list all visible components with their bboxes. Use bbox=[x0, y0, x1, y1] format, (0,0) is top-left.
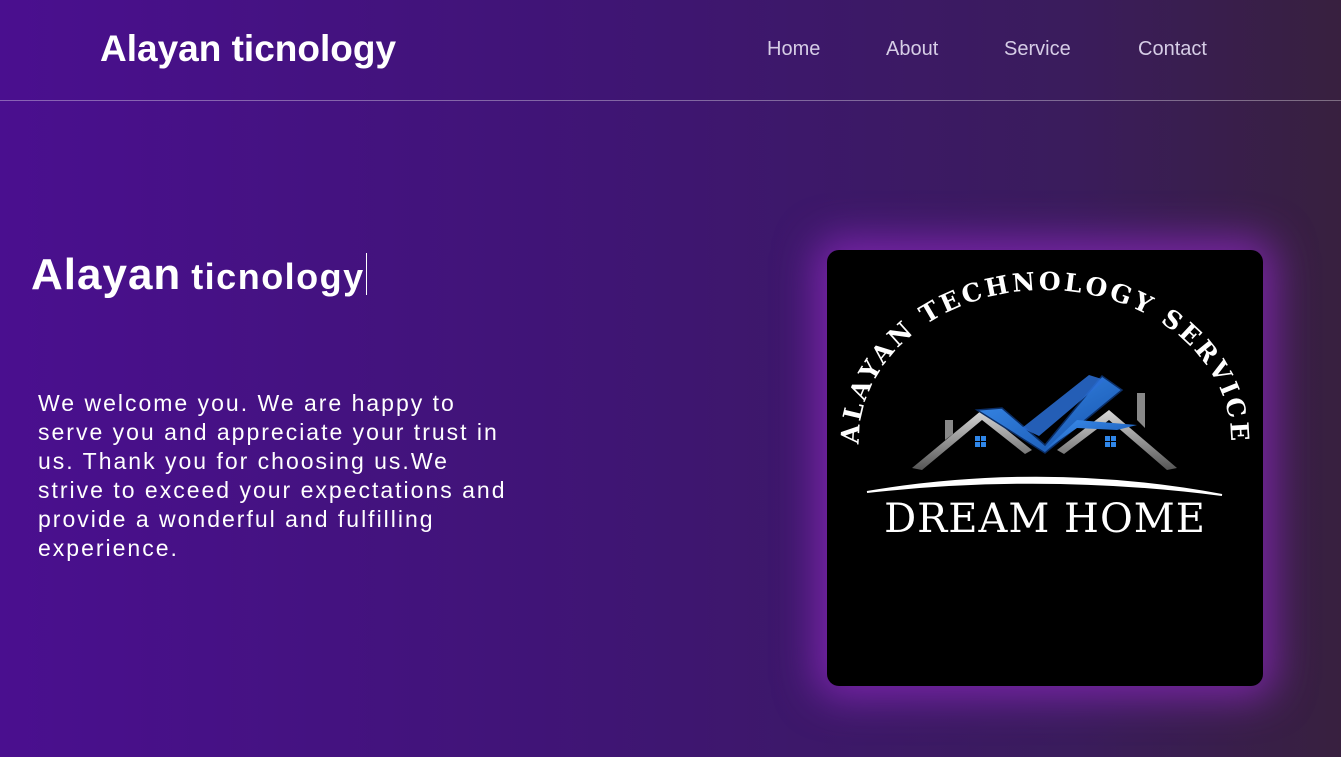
left-window-icon bbox=[981, 436, 986, 441]
nav-link-contact[interactable]: Contact bbox=[1138, 38, 1207, 61]
nav-link-about[interactable]: About bbox=[886, 38, 938, 61]
swoosh-line-shape bbox=[866, 476, 1223, 496]
hero-paragraph: We welcome you. We are happy to serve yo… bbox=[38, 390, 507, 561]
right-window-icon bbox=[1111, 442, 1116, 447]
hero-title: Alayan ticnology bbox=[31, 250, 367, 300]
right-window-icon bbox=[1111, 436, 1116, 441]
right-window-icon bbox=[1105, 442, 1110, 447]
left-window-icon bbox=[981, 442, 986, 447]
dream-home-logo-svg: ALAYAN TECHNOLOGY SERVICE DREAM HOME bbox=[836, 267, 1252, 542]
right-chimney-shape bbox=[1137, 393, 1145, 428]
nav-link-service[interactable]: Service bbox=[1004, 38, 1071, 61]
nav-link-home[interactable]: Home bbox=[767, 38, 820, 61]
right-window-icon bbox=[1105, 436, 1110, 441]
hero-title-big: Alayan bbox=[31, 250, 182, 299]
logo-brand-text: DREAM HOME bbox=[884, 496, 1206, 542]
dream-home-logo-image: ALAYAN TECHNOLOGY SERVICE DREAM HOME bbox=[827, 250, 1263, 686]
typing-cursor bbox=[365, 253, 367, 295]
left-window-icon bbox=[975, 436, 980, 441]
main-nav: Home About Service Contact bbox=[0, 38, 1341, 64]
left-window-icon bbox=[975, 442, 980, 447]
site-header: Alayan ticnology Home About Service Cont… bbox=[0, 0, 1341, 101]
hero-title-small: ticnology bbox=[191, 256, 365, 297]
